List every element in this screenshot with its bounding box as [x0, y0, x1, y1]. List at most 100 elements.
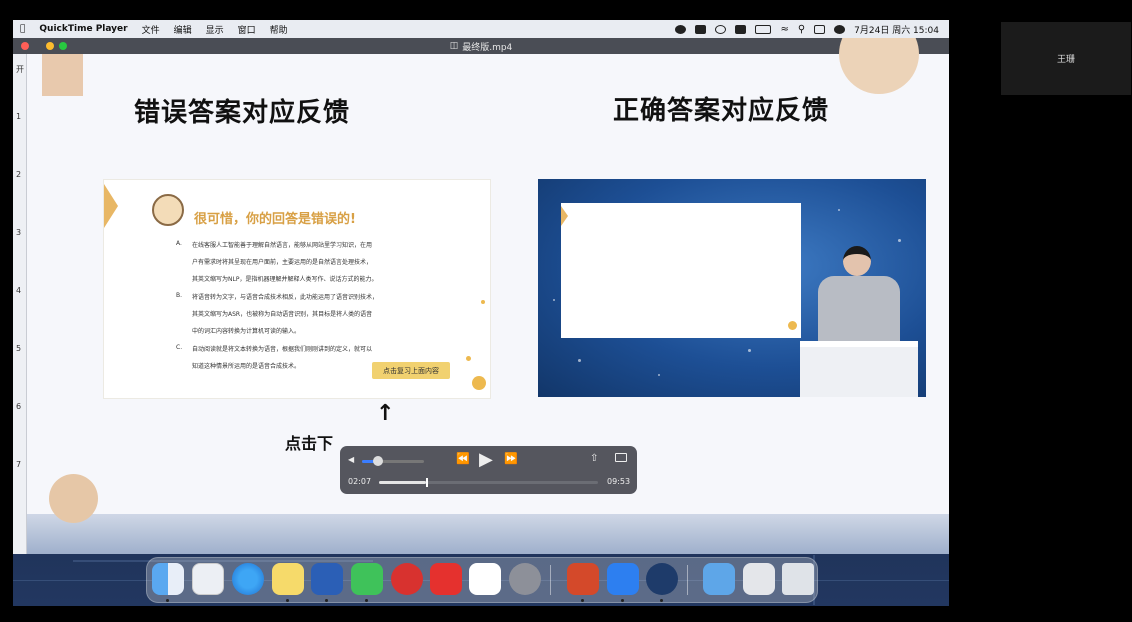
- current-time: 02:07: [348, 477, 372, 486]
- netease-music-icon[interactable]: [391, 563, 423, 595]
- powerpoint-icon[interactable]: [567, 563, 599, 595]
- decorative-dot: [481, 300, 485, 304]
- mascot-icon: [152, 194, 184, 226]
- folder-icon[interactable]: [703, 563, 735, 595]
- decorative-dot: [788, 321, 797, 330]
- quicktime-window: ◫ 最终版.mp4 开 1 2 3 4 5 6 7 错误答案对应反馈 正确答案对…: [13, 38, 949, 554]
- option-line: 知道这种情景所运用的是语音合成技术。: [192, 363, 301, 370]
- keyboard-viewer-icon[interactable]: [743, 563, 775, 595]
- menu-file[interactable]: 文件: [135, 23, 167, 36]
- player-controls: ◀ ⏪ ▶ ⏩ ⇧ 02:07 09:53: [340, 446, 637, 494]
- option-letter: A.: [176, 240, 182, 247]
- finder-icon[interactable]: [152, 563, 184, 595]
- desktop:  QuickTime Player 文件 编辑 显示 窗口 帮助 ≈ ⚲ 7月…: [13, 20, 949, 606]
- launchpad-icon[interactable]: [192, 563, 224, 595]
- click-instruction-text: 点击下: [285, 434, 334, 453]
- zoom-button[interactable]: [59, 42, 67, 50]
- share-icon[interactable]: ⇧: [590, 453, 598, 464]
- notes-icon[interactable]: [272, 563, 304, 595]
- text-status-icon[interactable]: [695, 24, 707, 34]
- presenter-body: [818, 276, 900, 346]
- participant-tile[interactable]: 王珊: [1001, 22, 1131, 95]
- option-line: 户有需求时将其呈现在用户面前，主要运用的是自然语言处理技术，: [192, 259, 373, 266]
- volume-icon[interactable]: ◀: [348, 455, 354, 464]
- decorative-dot: [466, 356, 471, 361]
- strip-label: 4: [16, 286, 22, 295]
- apple-menu-icon[interactable]: : [13, 24, 32, 34]
- volume-slider[interactable]: [362, 456, 424, 466]
- whiteboard-area: [561, 203, 801, 338]
- trash-icon[interactable]: [782, 563, 814, 595]
- decorative-triangle: [104, 184, 118, 228]
- volume-knob[interactable]: [372, 456, 383, 466]
- decorative-band: [27, 514, 949, 554]
- strip-label: 1: [16, 112, 22, 121]
- strip-label: 6: [16, 402, 22, 411]
- siri-icon[interactable]: [834, 24, 846, 34]
- strip-label: 7: [16, 460, 22, 469]
- option-line: 中的词汇内容转换为计算机可读的输入。: [192, 328, 301, 335]
- tencent-meeting-icon[interactable]: [607, 563, 639, 595]
- picture-in-picture-icon[interactable]: [615, 453, 627, 462]
- progress-fill: [379, 481, 427, 484]
- menu-help[interactable]: 帮助: [263, 23, 295, 36]
- presenter-video-panel: [538, 179, 926, 397]
- decorative-rectangle: [42, 54, 83, 96]
- option-line: 其英文缩写为ASR，也被称为自动语音识别，其目标是将人类的语音: [192, 311, 373, 318]
- menu-app-name[interactable]: QuickTime Player: [32, 24, 134, 34]
- search-icon[interactable]: ⚲: [798, 24, 805, 35]
- menu-view[interactable]: 显示: [199, 23, 231, 36]
- rewind-icon[interactable]: ⏪: [456, 452, 470, 465]
- grid-status-icon[interactable]: [735, 24, 747, 34]
- playhead[interactable]: [426, 478, 429, 487]
- menu-clock[interactable]: 7月24日 周六 15:04: [854, 23, 939, 36]
- word-icon[interactable]: [311, 563, 343, 595]
- dock: [146, 557, 818, 603]
- strip-label: 2: [16, 170, 22, 179]
- fast-forward-icon[interactable]: ⏩: [504, 452, 518, 465]
- strip-label: 开: [16, 65, 24, 74]
- participant-name: 王珊: [1056, 55, 1075, 65]
- system-preferences-icon[interactable]: [509, 563, 541, 595]
- heading-wrong-feedback: 错误答案对应反馈: [134, 98, 351, 128]
- presenter-head: [843, 246, 871, 276]
- menu-bar:  QuickTime Player 文件 编辑 显示 窗口 帮助 ≈ ⚲ 7月…: [13, 20, 949, 38]
- strip-label: 3: [16, 228, 22, 237]
- wechat-status-icon[interactable]: [675, 24, 687, 34]
- youdao-icon[interactable]: [430, 563, 462, 595]
- up-arrow-icon: ↑: [376, 401, 395, 426]
- wechat-icon[interactable]: [351, 563, 383, 595]
- strip-label: 5: [16, 344, 22, 353]
- wrong-answer-panel: 很可惜，你的回答是错误的! A. 在线客服人工智能善于理解自然语言，能够从网站里…: [103, 179, 491, 399]
- option-line: 将语音转为文字，与语音合成技术相反，此功能运用了语音识别技术，: [192, 294, 379, 301]
- progress-bar[interactable]: [379, 478, 598, 487]
- baidu-netdisk-icon[interactable]: [469, 563, 501, 595]
- heading-correct-feedback: 正确答案对应反馈: [613, 96, 830, 126]
- decorative-triangle: [561, 206, 568, 226]
- wifi-icon[interactable]: ≈: [780, 24, 788, 35]
- window-titlebar[interactable]: ◫ 最终版.mp4: [13, 38, 949, 54]
- menu-window[interactable]: 窗口: [231, 23, 263, 36]
- minimize-button[interactable]: [46, 42, 54, 50]
- option-letter: B.: [176, 292, 183, 299]
- close-button[interactable]: [21, 42, 29, 50]
- wrong-message: 很可惜，你的回答是错误的!: [194, 212, 356, 227]
- decorative-circle: [839, 38, 919, 94]
- decorative-circle: [49, 474, 98, 523]
- option-letter: C.: [176, 344, 183, 351]
- podium: [800, 341, 918, 397]
- play-status-icon[interactable]: [715, 24, 727, 34]
- total-time: 09:53: [607, 477, 631, 486]
- menu-edit[interactable]: 编辑: [167, 23, 199, 36]
- safari-icon[interactable]: [232, 563, 264, 595]
- decorative-dot: [472, 376, 486, 390]
- review-button[interactable]: 点击复习上面内容: [372, 362, 450, 379]
- option-line: 在线客服人工智能善于理解自然语言，能够从网站里学习知识，在用: [192, 242, 373, 249]
- quicktime-icon[interactable]: [646, 563, 678, 595]
- window-title: 最终版.mp4: [462, 42, 513, 53]
- play-icon[interactable]: ▶: [479, 449, 493, 470]
- option-line: 自动阅读就是将文本转换为语音，根据我们刚刚讲到的定义，就可以: [192, 346, 373, 353]
- battery-icon[interactable]: [755, 24, 772, 34]
- control-center-icon[interactable]: [814, 24, 826, 34]
- option-line: 其英文缩写为NLP，是指机器理解并解释人类写作、说话方式的能力。: [192, 276, 378, 283]
